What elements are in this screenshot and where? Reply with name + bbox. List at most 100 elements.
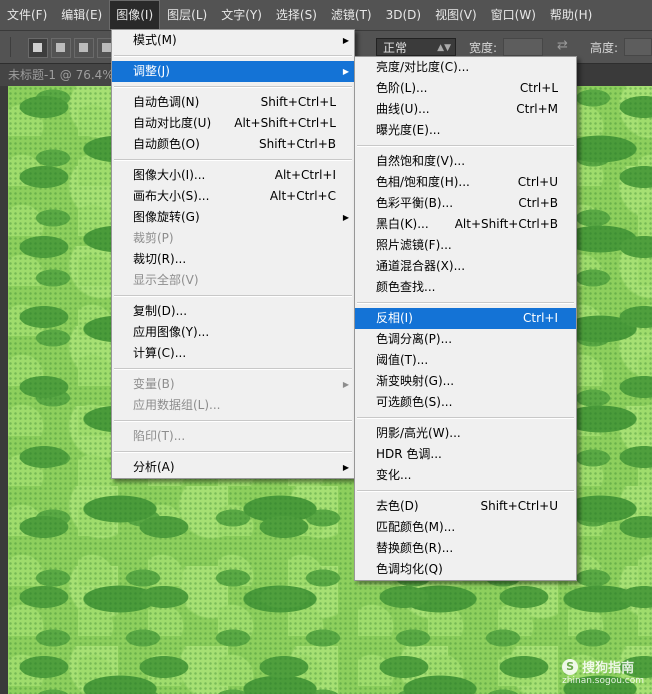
adjust-menu-item[interactable]: HDR 色调...: [355, 444, 576, 465]
menu-item-label: 分析(A): [133, 460, 175, 474]
adjust-menu-item[interactable]: 自然饱和度(V)...: [355, 151, 576, 172]
menu-item-shortcut: Ctrl+L: [519, 81, 558, 95]
menu-item-label: 曝光度(E)...: [376, 123, 441, 137]
image-menu-item[interactable]: 自动色调(N) Shift+Ctrl+L: [112, 92, 354, 113]
menubar-item-0[interactable]: 文件(F): [0, 0, 54, 30]
menubar-item-5[interactable]: 选择(S): [269, 0, 324, 30]
adjust-menu-item[interactable]: 照片滤镜(F)...: [355, 235, 576, 256]
new-selection-icon[interactable]: [28, 38, 48, 58]
menu-item-shortcut: Ctrl+U: [517, 175, 558, 189]
adjust-menu-item[interactable]: 亮度/对比度(C)...: [355, 57, 576, 78]
adjust-menu-item[interactable]: 渐变映射(G)...: [355, 371, 576, 392]
adjust-menu-item[interactable]: 可选颜色(S)...: [355, 392, 576, 413]
menubar-item-1[interactable]: 编辑(E): [54, 0, 109, 30]
menu-item-label: 变化...: [376, 468, 412, 482]
menu-item-shortcut: Alt+Ctrl+I: [274, 168, 336, 182]
subtract-selection-icon[interactable]: [74, 38, 94, 58]
watermark-url: zhinan.sogou.com: [562, 676, 644, 686]
style-select[interactable]: 正常 ▲▼: [376, 38, 456, 56]
image-menu-item[interactable]: 计算(C)...: [112, 343, 354, 364]
menu-separator: [114, 451, 352, 453]
menubar-item-4[interactable]: 文字(Y): [214, 0, 269, 30]
image-menu-item[interactable]: 自动颜色(O) Shift+Ctrl+B: [112, 134, 354, 155]
adjust-menu-item[interactable]: 匹配颜色(M)...: [355, 517, 576, 538]
menu-item-label: 裁剪(P): [133, 231, 174, 245]
menu-item-label: HDR 色调...: [376, 447, 442, 461]
adjust-menu-item[interactable]: 黑白(K)... Alt+Shift+Ctrl+B: [355, 214, 576, 235]
menu-item-label: 色调分离(P)...: [376, 332, 453, 346]
menu-item-label: 裁切(R)...: [133, 252, 187, 266]
menu-separator: [114, 159, 352, 161]
adjust-menu-item[interactable]: 色阶(L)... Ctrl+L: [355, 78, 576, 99]
width-field[interactable]: [503, 38, 543, 56]
adjust-menu-item[interactable]: 曲线(U)... Ctrl+M: [355, 99, 576, 120]
image-menu-item[interactable]: 自动对比度(U) Alt+Shift+Ctrl+L: [112, 113, 354, 134]
menu-separator: [114, 368, 352, 370]
adjust-menu-item[interactable]: 反相(I) Ctrl+I: [355, 308, 576, 329]
image-menu-item[interactable]: 裁切(R)...: [112, 249, 354, 270]
adjust-menu-item[interactable]: 去色(D) Shift+Ctrl+U: [355, 496, 576, 517]
adjust-menu-item[interactable]: 变化...: [355, 465, 576, 486]
height-field[interactable]: [624, 38, 652, 56]
menu-item-label: 可选颜色(S)...: [376, 395, 453, 409]
menu-item-label: 渐变映射(G)...: [376, 374, 455, 388]
canvas-gutter: [0, 86, 8, 694]
menu-item-label: 黑白(K)...: [376, 217, 429, 231]
image-menu-item[interactable]: 画布大小(S)... Alt+Ctrl+C: [112, 186, 354, 207]
add-selection-icon[interactable]: [51, 38, 71, 58]
menubar-item-9[interactable]: 窗口(W): [484, 0, 543, 30]
menubar-item-8[interactable]: 视图(V): [428, 0, 484, 30]
image-menu-item[interactable]: 图像旋转(G) ▶: [112, 207, 354, 228]
menu-item-label: 匹配颜色(M)...: [376, 520, 456, 534]
adjust-menu-item[interactable]: 替换颜色(R)...: [355, 538, 576, 559]
menu-item-label: 陷印(T)...: [133, 429, 186, 443]
adjust-menu-item[interactable]: 色彩平衡(B)... Ctrl+B: [355, 193, 576, 214]
menu-item-shortcut: Alt+Shift+Ctrl+B: [454, 217, 558, 231]
adjust-menu-item[interactable]: 色调均化(Q): [355, 559, 576, 580]
menu-item-label: 替换颜色(R)...: [376, 541, 454, 555]
menu-separator: [114, 55, 352, 57]
image-menu-item: 应用数据组(L)...: [112, 395, 354, 416]
image-menu-item[interactable]: 模式(M) ▶: [112, 30, 354, 51]
menu-item-label: 显示全部(V): [133, 273, 199, 287]
menu-item-label: 自然饱和度(V)...: [376, 154, 466, 168]
menu-separator: [357, 417, 574, 419]
adjust-menu-item[interactable]: 阴影/高光(W)...: [355, 423, 576, 444]
menu-item-label: 色相/饱和度(H)...: [376, 175, 470, 189]
document-tab[interactable]: 未标题-1 @ 76.4%: [0, 64, 122, 86]
adjust-menu-item[interactable]: 阈值(T)...: [355, 350, 576, 371]
adjust-menu-item[interactable]: 通道混合器(X)...: [355, 256, 576, 277]
image-menu-item[interactable]: 复制(D)...: [112, 301, 354, 322]
menubar-item-7[interactable]: 3D(D): [379, 0, 428, 30]
swap-icon[interactable]: ⇄: [557, 38, 568, 53]
image-menu-item[interactable]: 分析(A) ▶: [112, 457, 354, 478]
menu-item-label: 曲线(U)...: [376, 102, 430, 116]
submenu-arrow-icon: ▶: [342, 380, 349, 389]
menu-item-label: 反相(I): [376, 311, 413, 325]
menu-bar: 文件(F) 编辑(E) 图像(I) 图层(L) 文字(Y) 选择(S) 滤镜(T) 3D(D)…: [0, 0, 652, 31]
menubar-item-10[interactable]: 帮助(H): [543, 0, 599, 30]
image-menu-item[interactable]: 调整(J) ▶: [112, 61, 354, 82]
menubar-item-6[interactable]: 滤镜(T): [324, 0, 379, 30]
menu-item-shortcut: Ctrl+I: [523, 311, 558, 325]
menubar-item-3[interactable]: 图层(L): [160, 0, 214, 30]
menu-separator: [114, 295, 352, 297]
image-menu-item[interactable]: 图像大小(I)... Alt+Ctrl+I: [112, 165, 354, 186]
menu-item-label: 图像大小(I)...: [133, 168, 206, 182]
menubar-item-2[interactable]: 图像(I): [109, 0, 161, 30]
image-menu-item: 显示全部(V): [112, 270, 354, 291]
menu-item-label: 通道混合器(X)...: [376, 259, 466, 273]
menu-item-label: 自动对比度(U): [133, 116, 212, 130]
adjust-submenu: 亮度/对比度(C)... 色阶(L)... Ctrl+L 曲线(U)... Ctrl+M…: [354, 56, 577, 581]
adjust-menu-item[interactable]: 颜色查找...: [355, 277, 576, 298]
adjust-menu-item[interactable]: 曝光度(E)...: [355, 120, 576, 141]
image-menu-item: 陷印(T)...: [112, 426, 354, 447]
adjust-menu-item[interactable]: 色相/饱和度(H)... Ctrl+U: [355, 172, 576, 193]
menu-item-shortcut: Ctrl+B: [518, 196, 558, 210]
adjust-menu-item[interactable]: 色调分离(P)...: [355, 329, 576, 350]
menu-item-label: 应用图像(Y)...: [133, 325, 210, 339]
menu-item-shortcut: Shift+Ctrl+B: [259, 137, 336, 151]
menu-item-label: 画布大小(S)...: [133, 189, 210, 203]
image-menu-item[interactable]: 应用图像(Y)...: [112, 322, 354, 343]
options-divider: [10, 37, 11, 57]
